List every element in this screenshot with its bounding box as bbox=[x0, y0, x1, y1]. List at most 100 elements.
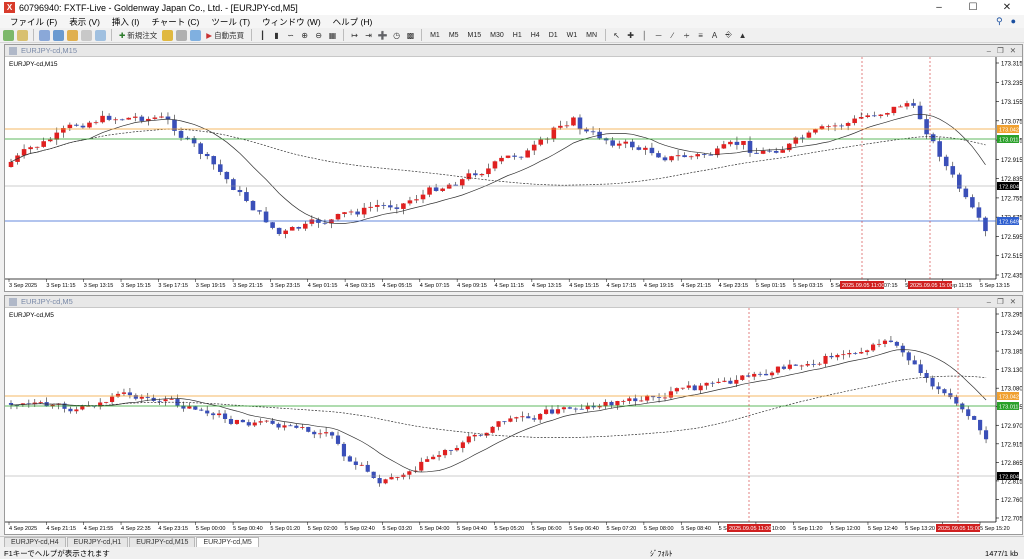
zoom-out-icon[interactable]: ⊖ bbox=[313, 29, 324, 41]
auto-trading-icon: ▶ bbox=[206, 30, 213, 40]
search-icon[interactable]: ⚲ bbox=[996, 16, 1003, 27]
time-axis-label: 5 Sep 03:15 bbox=[793, 283, 823, 289]
candle-body bbox=[740, 375, 745, 380]
candle-body bbox=[878, 114, 884, 116]
window-restore-icon[interactable]: ❐ bbox=[997, 46, 1004, 55]
candle-body bbox=[662, 157, 668, 161]
menu-insert[interactable]: 挿入 (I) bbox=[106, 16, 145, 28]
candle-body bbox=[760, 150, 766, 154]
menu-file[interactable]: ファイル (F) bbox=[4, 16, 63, 28]
time-axis-label: 5 Sep 13:20 bbox=[905, 526, 935, 532]
window-close-icon[interactable]: ✕ bbox=[1010, 297, 1016, 306]
metaeditor-icon[interactable] bbox=[162, 29, 174, 41]
menu-view[interactable]: 表示 (V) bbox=[63, 16, 106, 28]
candle-body bbox=[558, 125, 563, 128]
menu-window[interactable]: ウィンドウ (W) bbox=[256, 16, 327, 28]
menu-tools[interactable]: ツール (T) bbox=[205, 16, 256, 28]
close-icon[interactable]: ✕ bbox=[990, 0, 1024, 15]
candle-body bbox=[453, 184, 459, 186]
tab-eurjpy-m5[interactable]: EURJPY-cd,M5 bbox=[196, 537, 259, 547]
fibonacci-icon[interactable]: ≡ bbox=[695, 29, 706, 41]
market-watch-icon[interactable] bbox=[39, 29, 50, 41]
community-icon[interactable]: ● bbox=[1011, 16, 1016, 27]
candle-body bbox=[442, 449, 448, 456]
line-chart-icon[interactable]: ∽ bbox=[285, 29, 296, 41]
window-close-icon[interactable]: ✕ bbox=[1010, 46, 1016, 55]
chart-window-m15[interactable]: EURJPY-cd,M15 – ❐ ✕ 173.315 173.235 173.15… bbox=[4, 44, 1023, 292]
candle-body bbox=[47, 139, 53, 142]
chart-window-m5[interactable]: EURJPY-cd,M5 – ❐ ✕ 173.295 173.240 173.185… bbox=[4, 295, 1023, 535]
candle-body bbox=[966, 409, 971, 417]
candle-body bbox=[741, 140, 746, 145]
menu-chart[interactable]: チャート (C) bbox=[145, 16, 205, 28]
minimize-icon[interactable]: – bbox=[922, 0, 956, 15]
candle-body bbox=[668, 391, 674, 398]
candle-body bbox=[656, 397, 662, 398]
candle-body bbox=[318, 433, 323, 435]
label-tool-icon[interactable]: ⎆ bbox=[723, 29, 734, 41]
navigator-icon[interactable] bbox=[67, 29, 78, 41]
new-chart-icon[interactable] bbox=[3, 29, 14, 41]
candlestick-icon[interactable]: ▮ bbox=[271, 29, 282, 41]
tester-icon[interactable] bbox=[95, 29, 106, 41]
timeframe-h1[interactable]: H1 bbox=[510, 32, 525, 39]
candle-body bbox=[28, 147, 33, 150]
new-order-button[interactable]: ✚ 新規注文 bbox=[117, 29, 159, 41]
tab-eurjpy-m15[interactable]: EURJPY-cd,M15 bbox=[129, 537, 196, 547]
timeframe-h4[interactable]: H4 bbox=[528, 32, 543, 39]
indicators-icon[interactable]: ➕ bbox=[377, 29, 388, 41]
timeframe-m15[interactable]: M15 bbox=[465, 32, 485, 39]
text-tool-icon[interactable]: A bbox=[709, 29, 720, 41]
timeframe-mn[interactable]: MN bbox=[583, 32, 600, 39]
tile-icon[interactable]: ▦ bbox=[327, 29, 338, 41]
vertical-line-icon[interactable]: │ bbox=[639, 29, 650, 41]
timeframe-w1[interactable]: W1 bbox=[564, 32, 581, 39]
menu-help[interactable]: ヘルプ (H) bbox=[327, 16, 379, 28]
candle-body bbox=[728, 141, 733, 145]
tab-eurjpy-h1[interactable]: EURJPY-cd,H1 bbox=[66, 537, 129, 547]
autoscroll-icon[interactable]: ↦ bbox=[349, 29, 360, 41]
candle-body bbox=[178, 130, 184, 138]
candle-body bbox=[159, 116, 164, 118]
candle-body bbox=[841, 354, 846, 356]
templates-icon[interactable]: ▩ bbox=[405, 29, 416, 41]
candle-body bbox=[695, 154, 700, 157]
timeframe-m5[interactable]: M5 bbox=[446, 32, 462, 39]
data-window-icon[interactable] bbox=[53, 29, 64, 41]
price-chart-m5[interactable]: 173.295 173.240 173.185 173.130 173.080 173.0… bbox=[5, 308, 1022, 534]
candle-body bbox=[577, 117, 583, 130]
shapes-icon[interactable]: ▲ bbox=[737, 29, 748, 41]
maximize-icon[interactable]: ☐ bbox=[956, 0, 990, 15]
periods-icon[interactable]: ◷ bbox=[391, 29, 402, 41]
tab-eurjpy-h4[interactable]: EURJPY-cd,H4 bbox=[4, 537, 66, 547]
candle-body bbox=[800, 137, 805, 139]
trendline-icon[interactable]: ∕ bbox=[667, 29, 678, 41]
timeframe-m30[interactable]: M30 bbox=[487, 32, 507, 39]
candle-body bbox=[466, 436, 471, 443]
candle-body bbox=[615, 401, 620, 406]
candle-body bbox=[106, 115, 112, 120]
menu-bar: ファイル (F) 表示 (V) 挿入 (I) チャート (C) ツール (T) … bbox=[0, 15, 1024, 28]
price-chart-m15[interactable]: 173.315173.235173.155173.075172.995172.9… bbox=[5, 57, 1022, 291]
time-marker-label: 2025.09.05 15:00 bbox=[910, 283, 953, 289]
timeframe-m1[interactable]: M1 bbox=[427, 32, 443, 39]
crosshair-icon[interactable]: ✚ bbox=[625, 29, 636, 41]
bar-chart-icon[interactable]: ┃ bbox=[257, 29, 268, 41]
terminal-icon[interactable] bbox=[81, 29, 92, 41]
window-minimize-icon[interactable]: – bbox=[987, 46, 991, 55]
signals-icon[interactable] bbox=[176, 29, 188, 41]
candle-body bbox=[309, 219, 315, 224]
window-minimize-icon[interactable]: – bbox=[987, 297, 991, 306]
market-icon[interactable] bbox=[190, 29, 202, 41]
profiles-icon[interactable] bbox=[17, 29, 28, 41]
zoom-in-icon[interactable]: ⊕ bbox=[299, 29, 310, 41]
candle-body bbox=[289, 227, 295, 231]
chart-shift-icon[interactable]: ⇥ bbox=[363, 29, 374, 41]
auto-trading-button[interactable]: ▶ 自動売買 bbox=[204, 29, 246, 41]
window-restore-icon[interactable]: ❐ bbox=[997, 297, 1004, 306]
channel-icon[interactable]: ∻ bbox=[681, 29, 692, 41]
timeframe-d1[interactable]: D1 bbox=[546, 32, 561, 39]
cursor-icon[interactable]: ↖ bbox=[611, 29, 622, 41]
time-axis-label: 4 Sep 22:35 bbox=[121, 526, 151, 532]
horizontal-line-icon[interactable]: ─ bbox=[653, 29, 664, 41]
